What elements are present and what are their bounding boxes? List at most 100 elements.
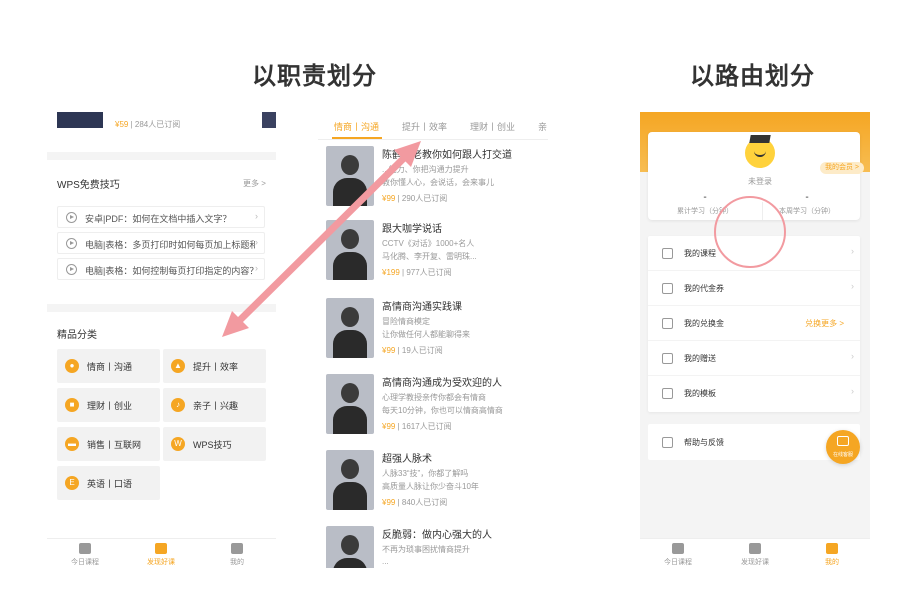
tab-discover[interactable]: 发现好课 — [123, 539, 199, 570]
course-item[interactable]: 超强人脉术 人脉33“技”，你都了解吗 高质量人脉让你少奋斗10年 ¥99 | … — [326, 450, 546, 516]
course-item[interactable]: 反脆弱：做内心强大的人 不再为琐事困扰情商提升 ... — [326, 526, 546, 568]
course-meta: ¥99 | 1617人已订阅 — [382, 422, 452, 431]
category-label: 情商丨沟通 — [87, 362, 133, 372]
avatar[interactable] — [743, 136, 777, 170]
category-efficiency[interactable]: ▲ 提升丨效率 — [163, 349, 266, 383]
customer-service-button[interactable]: 在线客服 — [826, 430, 860, 464]
course-desc: CCTV《对话》1000+名人 — [382, 239, 475, 248]
course-photo — [326, 146, 374, 206]
chevron-right-icon: › — [255, 263, 258, 273]
tab-label: 我的 — [230, 559, 244, 566]
tab-label: 今日课程 — [71, 559, 99, 566]
tab-today[interactable]: 今日课程 — [640, 539, 716, 570]
course-item[interactable]: 高情商沟通实践课 冒险情商模定 让你做任何人都能聊得来 ¥99 | 19人已订阅 — [326, 298, 546, 364]
redeem-more-link[interactable]: 兑换更多 > — [805, 318, 844, 329]
active-tab-indicator — [332, 137, 382, 139]
message-icon — [837, 436, 849, 446]
username[interactable]: 未登录 — [748, 176, 772, 187]
course-thumbnail — [57, 112, 103, 128]
tip-item[interactable]: 电脑|表格：多页打印时如何每页加上标题和页... › — [57, 232, 265, 254]
play-icon — [66, 212, 77, 223]
chevron-right-icon: › — [851, 351, 854, 361]
profile-card: 未登录 我的会员 > - 累计学习（分钟） - 本周学习（分钟） — [648, 132, 864, 220]
course-title: 陈鹤：老教你如何跟人打交道 — [382, 150, 512, 161]
tab-label: 今日课程 — [664, 559, 692, 566]
tab-label: 发现好课 — [147, 559, 175, 566]
category-english[interactable]: E 英语丨口语 — [57, 466, 160, 500]
course-desc: 让你做任何人都能聊得来 — [382, 330, 470, 339]
template-icon — [662, 388, 673, 399]
wallet-icon: ■ — [65, 398, 79, 412]
tab-today[interactable]: 今日课程 — [47, 539, 123, 570]
rocket-icon: ▲ — [171, 359, 185, 373]
tab-discover[interactable]: 发现好课 — [717, 539, 793, 570]
tab-mine[interactable]: 我的 — [794, 539, 870, 570]
category-finance[interactable]: ■ 理财丨创业 — [57, 388, 160, 422]
menu-my-gifts[interactable]: 我的赠送 › — [648, 341, 860, 376]
course-item-top[interactable]: ¥59 | 284人已订阅 — [47, 108, 276, 152]
course-item[interactable]: 跟大咖学说话 CCTV《对话》1000+名人 马化腾、李开复、雷明珠... ¥1… — [326, 220, 546, 286]
category-tabs: 情商丨沟通 提升丨效率 理财丨创业 亲 — [318, 108, 548, 140]
chevron-right-icon: › — [851, 386, 854, 396]
course-price: ¥99 — [382, 422, 396, 431]
tip-label: 安卓|PDF：如何在文档中插入文字？ — [85, 214, 232, 224]
tab-mine[interactable]: 我的 — [199, 539, 275, 570]
tab-communication[interactable]: 情商丨沟通 — [334, 120, 379, 133]
tab-label: 我的 — [825, 559, 839, 566]
tip-item[interactable]: 电脑|表格：如何控制每页打印指定的内容？ › — [57, 258, 265, 280]
stat-value: - — [703, 192, 707, 203]
menu-my-credits[interactable]: 我的兑换金 兑换更多 > — [648, 306, 860, 341]
category-sales[interactable]: ▬ 销售丨互联网 — [57, 427, 160, 461]
course-item[interactable]: 高情商沟通成为受欢迎的人 心理学教授亲传你都会有情商 每天10分钟，你也可以情商… — [326, 374, 546, 440]
menu-label: 我的赠送 — [684, 354, 716, 363]
tab-efficiency[interactable]: 提升丨效率 — [402, 120, 447, 133]
chat-icon — [662, 437, 673, 448]
section-title: WPS免费技巧 — [57, 180, 120, 191]
stat-week: - 本周学习（分钟） — [754, 192, 860, 216]
course-desc: 心理学教授亲传你都会有情商 — [382, 393, 486, 402]
categories-section: 精品分类 ● 情商丨沟通 ▲ 提升丨效率 ■ 理财丨创业 ♪ 亲子丨兴趣 ▬ 销… — [47, 312, 276, 538]
course-subs: 840人已订阅 — [401, 498, 448, 507]
fab-label: 在线客服 — [832, 452, 853, 458]
membership-badge[interactable]: 我的会员 > — [820, 162, 864, 174]
stat-label: 累计学习（分钟） — [677, 208, 733, 215]
category-parenting[interactable]: ♪ 亲子丨兴趣 — [163, 388, 266, 422]
course-desc: 冒险情商模定 — [382, 317, 430, 326]
music-icon: ♪ — [171, 398, 185, 412]
course-photo — [326, 220, 374, 280]
screen-home: ¥59 | 284人已订阅 WPS免费技巧 更多 > 安卓|PDF：如何在文档中… — [47, 108, 276, 570]
course-price: ¥99 — [382, 194, 396, 203]
category-label: 理财丨创业 — [87, 401, 133, 411]
menu-my-templates[interactable]: 我的模板 › — [648, 376, 860, 411]
stat-value: - — [805, 192, 809, 203]
tab-finance[interactable]: 理财丨创业 — [470, 120, 515, 133]
menu-label: 我的代金券 — [684, 284, 724, 293]
course-price: ¥99 — [382, 498, 396, 507]
tab-parenting[interactable]: 亲 — [538, 120, 547, 133]
menu-label: 我的兑换金 — [684, 319, 724, 328]
category-label: 提升丨效率 — [193, 362, 239, 372]
course-thumbnail — [262, 112, 276, 128]
course-item[interactable]: 陈鹤：老教你如何跟人打交道 ...能力、你把沟通力提升 教你懂人心，会说话，会来… — [326, 146, 546, 212]
chevron-right-icon: › — [255, 211, 258, 221]
course-desc: 马化腾、李开复、雷明珠... — [382, 252, 477, 261]
course-subs: 19人已订阅 — [401, 346, 443, 355]
course-desc: ... — [382, 557, 389, 566]
bottom-tabbar: 今日课程 发现好课 我的 — [47, 538, 276, 570]
course-title: 超强人脉术 — [382, 454, 432, 465]
more-link[interactable]: 更多 > — [243, 178, 266, 189]
course-desc: 高质量人脉让你少奋斗10年 — [382, 482, 479, 491]
chat-icon: ● — [65, 359, 79, 373]
category-communication[interactable]: ● 情商丨沟通 — [57, 349, 160, 383]
menu-my-courses[interactable]: 我的课程 › — [648, 236, 860, 271]
course-meta: ¥199 | 977人已订阅 — [382, 268, 452, 277]
menu-my-vouchers[interactable]: 我的代金券 › — [648, 271, 860, 306]
section-title: 精品分类 — [57, 330, 97, 341]
tip-item[interactable]: 安卓|PDF：如何在文档中插入文字？ › — [57, 206, 265, 228]
english-icon: E — [65, 476, 79, 490]
stat-total: - 累计学习（分钟） — [652, 192, 758, 216]
category-wps[interactable]: W WPS技巧 — [163, 427, 266, 461]
tip-label: 电脑|表格：多页打印时如何每页加上标题和页... — [85, 240, 255, 250]
course-subs: 284人已订阅 — [134, 120, 181, 129]
course-desc: 每天10分钟，你也可以情商高情商 — [382, 406, 503, 415]
